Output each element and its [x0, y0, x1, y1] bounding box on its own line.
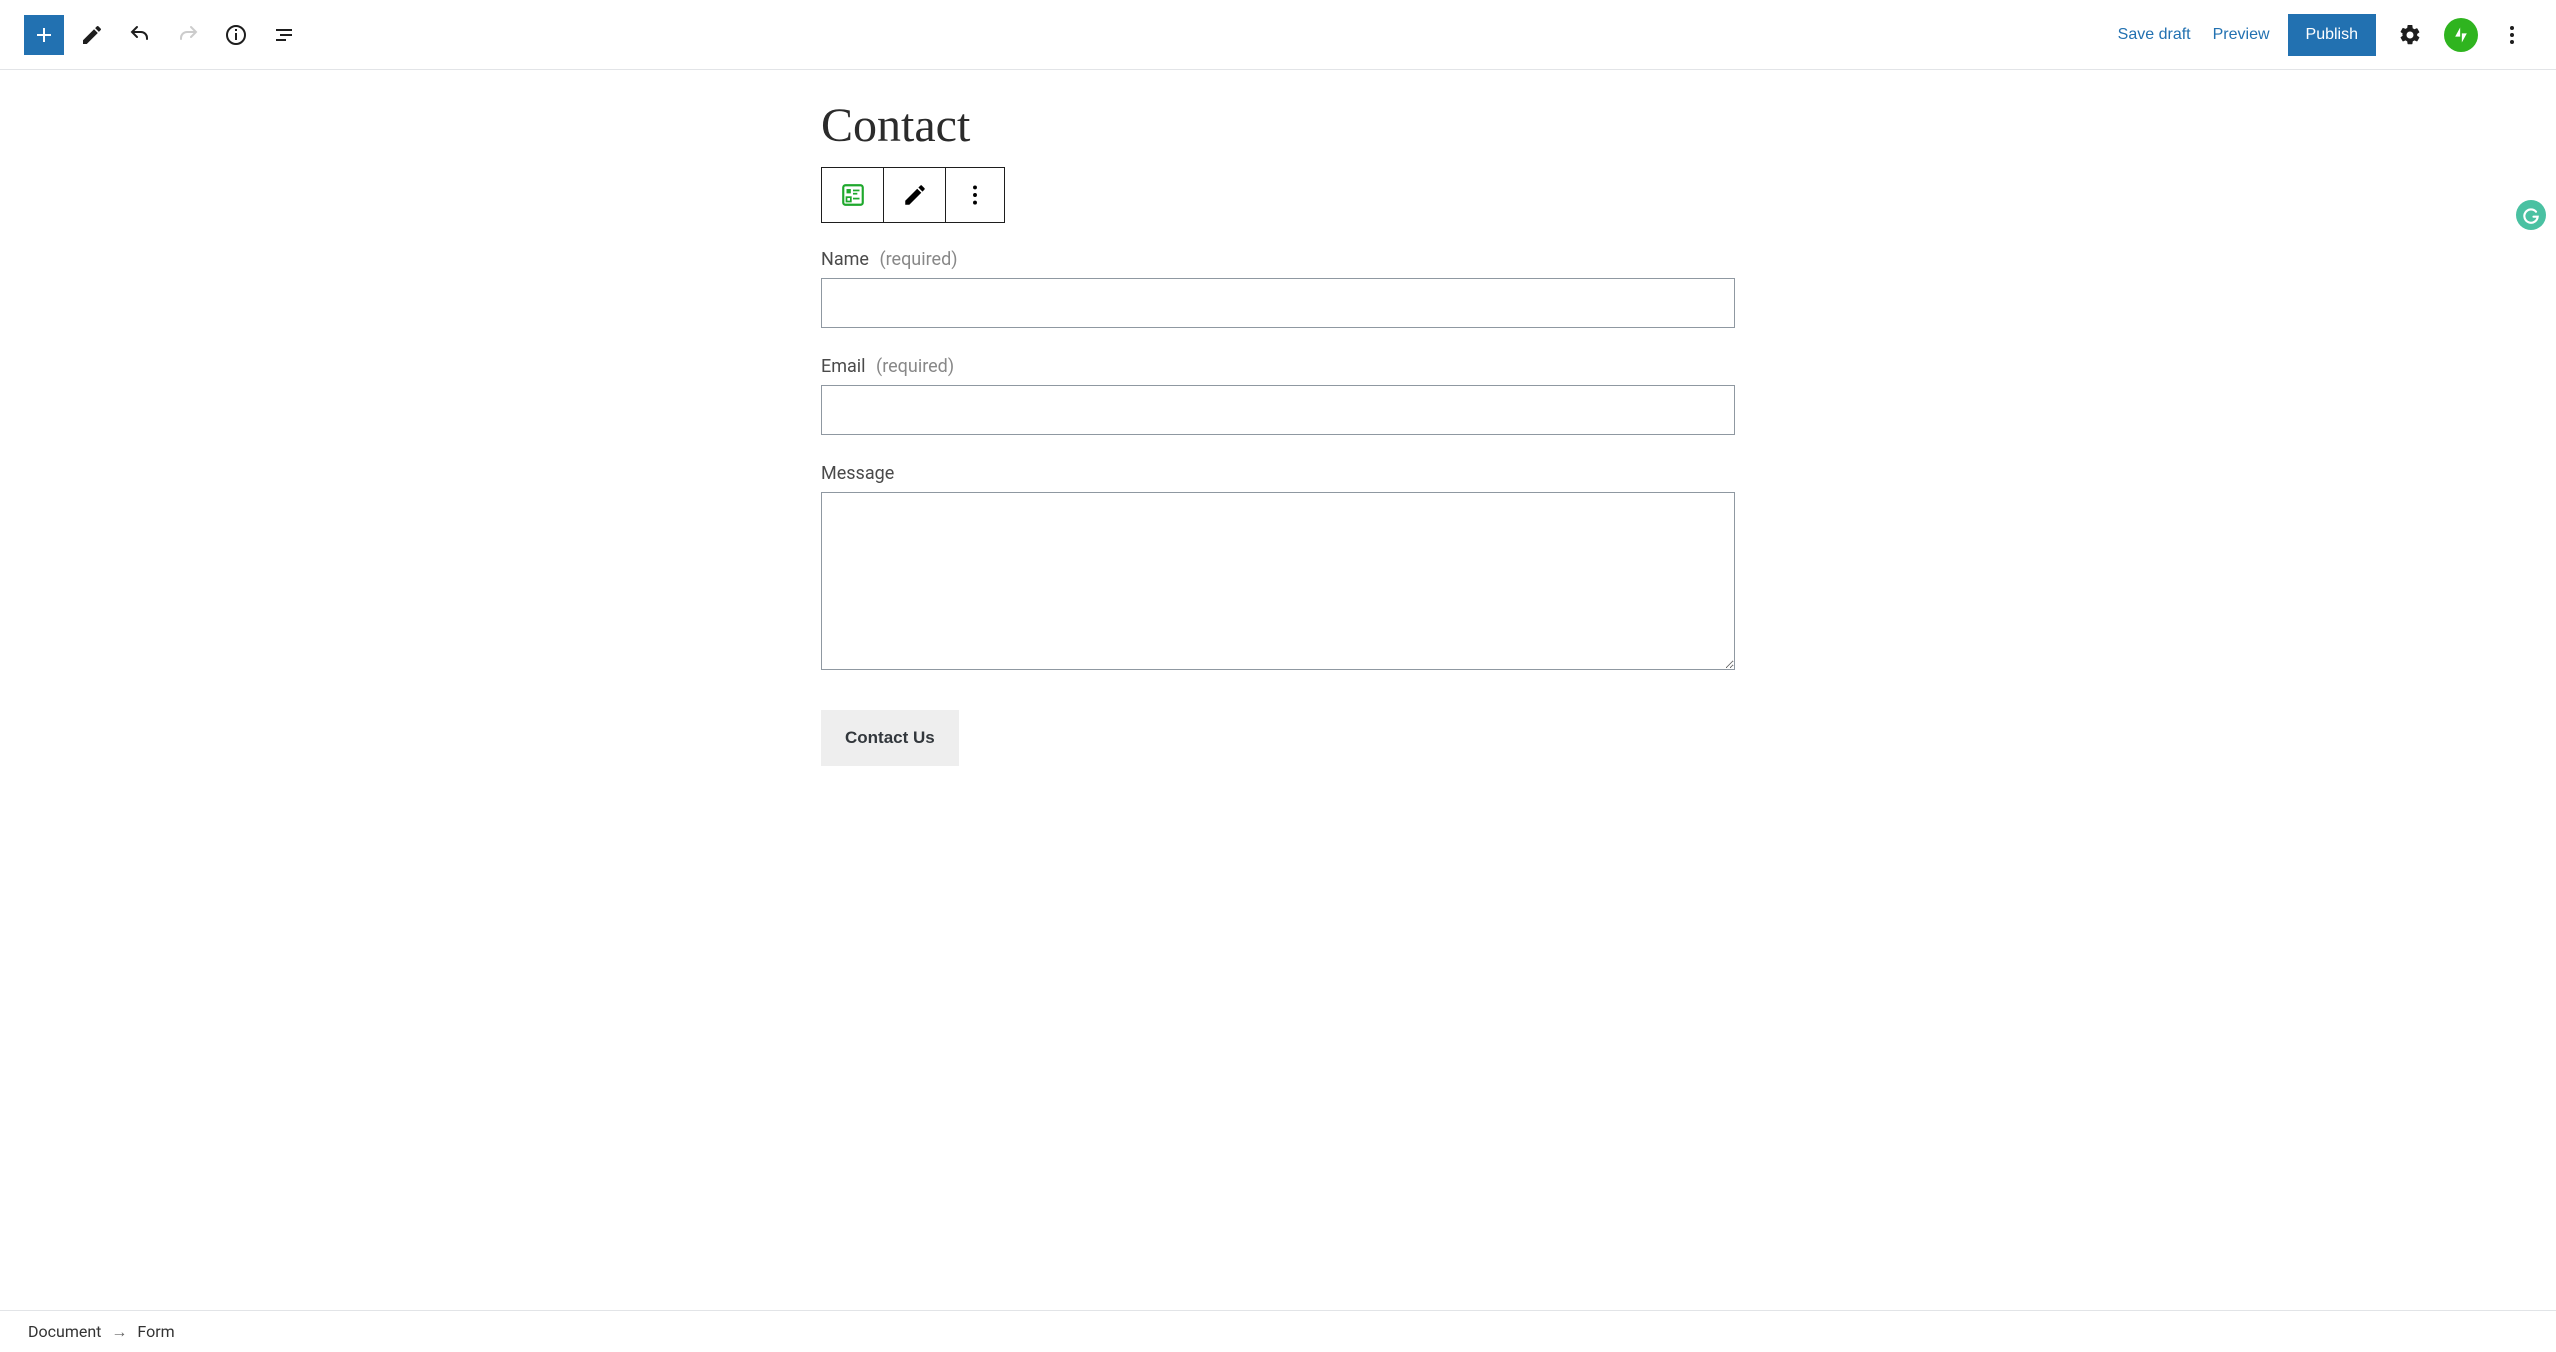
dots-vertical-icon — [962, 182, 988, 208]
grammarly-icon — [2521, 205, 2541, 225]
form-field-email: Email (required) — [821, 356, 1735, 435]
editor-canvas: Contact Name — [0, 70, 2556, 1310]
form-block-icon — [840, 182, 866, 208]
field-label: Email (required) — [821, 356, 1735, 377]
block-type-button[interactable] — [822, 168, 884, 222]
field-label-text: Name — [821, 249, 869, 270]
settings-button[interactable] — [2390, 15, 2430, 55]
name-input[interactable] — [821, 278, 1735, 328]
edit-block-button[interactable] — [884, 168, 946, 222]
field-label: Name (required) — [821, 249, 1735, 270]
outline-icon — [272, 23, 296, 47]
breadcrumb-parent[interactable]: Document — [28, 1322, 101, 1341]
more-options-button[interactable] — [2492, 15, 2532, 55]
redo-button[interactable] — [168, 15, 208, 55]
redo-icon — [176, 23, 200, 47]
undo-icon — [128, 23, 152, 47]
editor-content: Contact Name — [821, 98, 1735, 806]
block-toolbar — [821, 167, 1005, 223]
dots-vertical-icon — [2500, 23, 2524, 47]
add-block-button[interactable] — [24, 15, 64, 55]
details-button[interactable] — [216, 15, 256, 55]
jetpack-badge[interactable] — [2444, 18, 2478, 52]
field-label-text: Email — [821, 356, 866, 377]
required-hint: (required) — [876, 356, 954, 377]
outline-button[interactable] — [264, 15, 304, 55]
jetpack-icon — [2451, 25, 2471, 45]
page-title[interactable]: Contact — [821, 98, 1735, 153]
topbar-left — [24, 15, 304, 55]
submit-button[interactable]: Contact Us — [821, 710, 959, 766]
email-input[interactable] — [821, 385, 1735, 435]
gear-icon — [2398, 23, 2422, 47]
editor-topbar: Save draft Preview Publish — [0, 0, 2556, 70]
grammarly-badge[interactable] — [2516, 200, 2546, 230]
undo-button[interactable] — [120, 15, 160, 55]
save-draft-button[interactable]: Save draft — [2114, 18, 2195, 52]
form-field-message: Message — [821, 463, 1735, 674]
required-hint: (required) — [879, 249, 957, 270]
topbar-right: Save draft Preview Publish — [2114, 14, 2532, 56]
publish-button[interactable]: Publish — [2288, 14, 2376, 56]
pencil-icon — [902, 182, 928, 208]
breadcrumb-separator: → — [111, 1322, 127, 1342]
pencil-icon — [80, 23, 104, 47]
plus-icon — [32, 23, 56, 47]
edit-mode-button[interactable] — [72, 15, 112, 55]
field-label-text: Message — [821, 463, 894, 484]
info-icon — [224, 23, 248, 47]
form-field-name: Name (required) — [821, 249, 1735, 328]
block-more-button[interactable] — [946, 168, 1004, 222]
preview-button[interactable]: Preview — [2209, 18, 2274, 52]
breadcrumb-current[interactable]: Form — [137, 1322, 174, 1341]
block-breadcrumb: Document → Form — [0, 1310, 2556, 1352]
message-textarea[interactable] — [821, 492, 1735, 670]
field-label: Message — [821, 463, 1735, 484]
